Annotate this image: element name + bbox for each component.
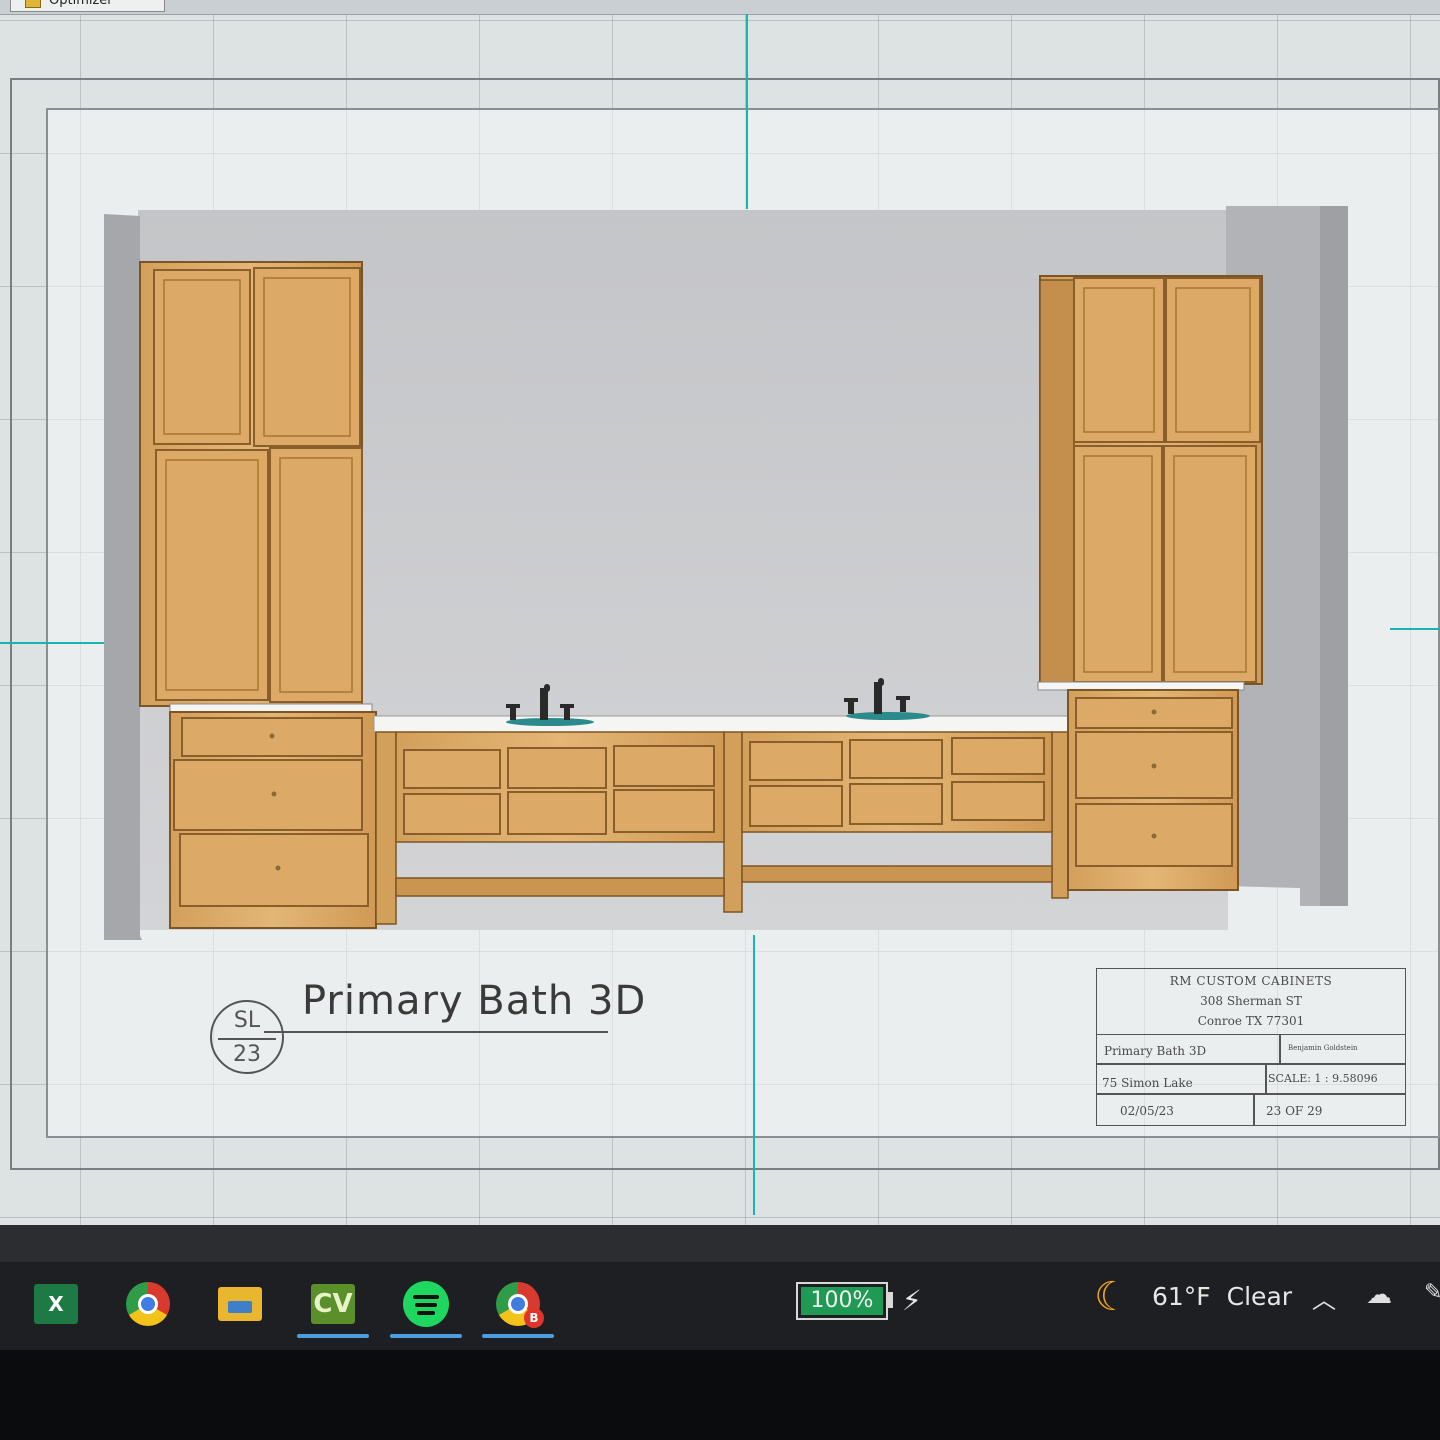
running-indicator [390, 1334, 462, 1338]
view-callout-bubble[interactable]: SL 23 [210, 1000, 284, 1074]
company-address-line2: Conroe TX 77301 [1197, 1014, 1305, 1028]
left-upper-door-1 [153, 269, 251, 445]
callout-divider [218, 1038, 276, 1040]
left-drawer-3 [179, 833, 369, 907]
right-lower-door-2 [1163, 445, 1257, 683]
tab-label: Optimizer [49, 0, 113, 8]
onedrive-cloud-icon[interactable]: ☁ [1366, 1280, 1392, 1310]
vanity-left-shelf [395, 877, 725, 897]
vanity-drawer [507, 791, 607, 835]
taskbar-chrome[interactable] [120, 1274, 176, 1334]
vanity-drawer [403, 793, 501, 835]
vanity-right-leg [1051, 731, 1069, 899]
view-title-underline [264, 1031, 608, 1033]
right-wall-edge [1320, 206, 1348, 906]
vanity-drawer [613, 745, 715, 787]
taskbar-spotify[interactable] [390, 1274, 462, 1338]
battery-percent: 100% [810, 1288, 874, 1313]
cad-viewport[interactable]: Optimizer SL 23 Primary Bath 3D RM CUSTO… [0, 0, 1440, 1225]
drawn-by: Benjamin Goldstein [1288, 1044, 1358, 1052]
vanity-drawer [849, 783, 943, 825]
knob [1151, 763, 1157, 769]
vanity-drawer [749, 741, 843, 781]
right-upper-door-1 [1073, 277, 1165, 443]
callout-sheet-code: SL [233, 1008, 261, 1033]
right-tall-cabinet [1037, 275, 1263, 891]
left-lower-door-1 [155, 449, 269, 701]
knob [269, 733, 275, 739]
spotify-icon [403, 1281, 449, 1327]
weather-widget[interactable]: 61°F Clear [1152, 1282, 1292, 1311]
tab-strip: Optimizer [0, 0, 1440, 15]
left-countertop [169, 703, 373, 713]
vanity-drawer [951, 737, 1045, 775]
cv-icon: CV [311, 1284, 355, 1324]
right-cabinet-side [1039, 279, 1075, 685]
active-indicator [297, 1334, 369, 1338]
crosshair-vertical-top [746, 14, 748, 209]
crosshair-horizontal-left [0, 642, 104, 644]
vanity-left-leg [375, 731, 397, 925]
folder-icon [218, 1287, 262, 1321]
callout-sheet-number: 23 [233, 1042, 261, 1067]
pen-icon[interactable]: ✎ [1424, 1280, 1440, 1305]
vanity-drawer [749, 785, 843, 827]
sheet-number: 23 OF 29 [1266, 1104, 1323, 1118]
vanity-drawer [613, 789, 715, 833]
right-upper-door-2 [1165, 277, 1261, 443]
vanity-drawer [403, 749, 501, 789]
vanity-3d-render[interactable] [104, 206, 1348, 946]
right-countertop [1037, 681, 1245, 691]
chrome-profile-icon: B [496, 1282, 544, 1328]
taskbar: X CV B 100% ⚡ ☾ 61°F Clear ︿ ☁ ✎ [0, 1262, 1440, 1350]
taskbar-cabinet-vision[interactable]: CV [297, 1274, 369, 1338]
company-address-line1: 308 Sherman ST [1200, 994, 1302, 1008]
battery-tip [888, 1292, 893, 1308]
drawing-scale: SCALE: 1 : 9.58096 [1268, 1072, 1378, 1085]
knob [271, 791, 277, 797]
moon-icon[interactable]: ☾ [1094, 1274, 1130, 1320]
left-wall [104, 214, 142, 940]
vanity-mid-leg [723, 731, 743, 913]
weather-temp: 61°F [1152, 1282, 1211, 1311]
vanity-drawer [507, 747, 607, 789]
left-lower-door-2 [269, 447, 363, 703]
crosshair-horizontal-right [1390, 628, 1440, 630]
chevron-up-icon[interactable]: ︿ [1312, 1280, 1336, 1315]
project-address: 75 Simon Lake [1102, 1076, 1193, 1090]
vanity-drawer [951, 781, 1045, 821]
taskbar-chrome-profile[interactable]: B [482, 1274, 554, 1338]
right-sink-basin [846, 712, 930, 720]
right-lower-door-1 [1073, 445, 1163, 683]
vanity-drawer [849, 739, 943, 779]
knob [275, 865, 281, 871]
excel-icon: X [34, 1284, 78, 1324]
taskbar-excel[interactable]: X [28, 1274, 84, 1334]
knob [1151, 833, 1157, 839]
charging-bolt-icon: ⚡ [902, 1284, 922, 1317]
document-tab[interactable]: Optimizer [10, 0, 165, 12]
drawing-title: Primary Bath 3D [1104, 1044, 1207, 1058]
company-name: RM CUSTOM CABINETS [1169, 974, 1333, 988]
knob [1151, 709, 1157, 715]
profile-badge: B [524, 1308, 544, 1328]
folder-icon [25, 0, 41, 8]
weather-condition: Clear [1226, 1282, 1293, 1311]
running-indicator [482, 1334, 554, 1338]
left-tall-cabinet [139, 261, 377, 929]
vanity-right-shelf [741, 865, 1053, 883]
view-title: Primary Bath 3D [302, 978, 647, 1024]
left-upper-door-2 [253, 267, 361, 447]
taskbar-file-explorer[interactable] [212, 1274, 268, 1334]
left-drawer-2 [173, 759, 363, 831]
battery-indicator[interactable]: 100% [796, 1282, 888, 1320]
chrome-icon [126, 1282, 170, 1326]
title-block: RM CUSTOM CABINETS 308 Sherman ST Conroe… [1096, 968, 1406, 1126]
vanity-countertop [373, 715, 1071, 733]
crosshair-vertical-bottom [753, 935, 755, 1215]
left-sink-basin [506, 718, 594, 726]
drawing-date: 02/05/23 [1120, 1104, 1174, 1118]
